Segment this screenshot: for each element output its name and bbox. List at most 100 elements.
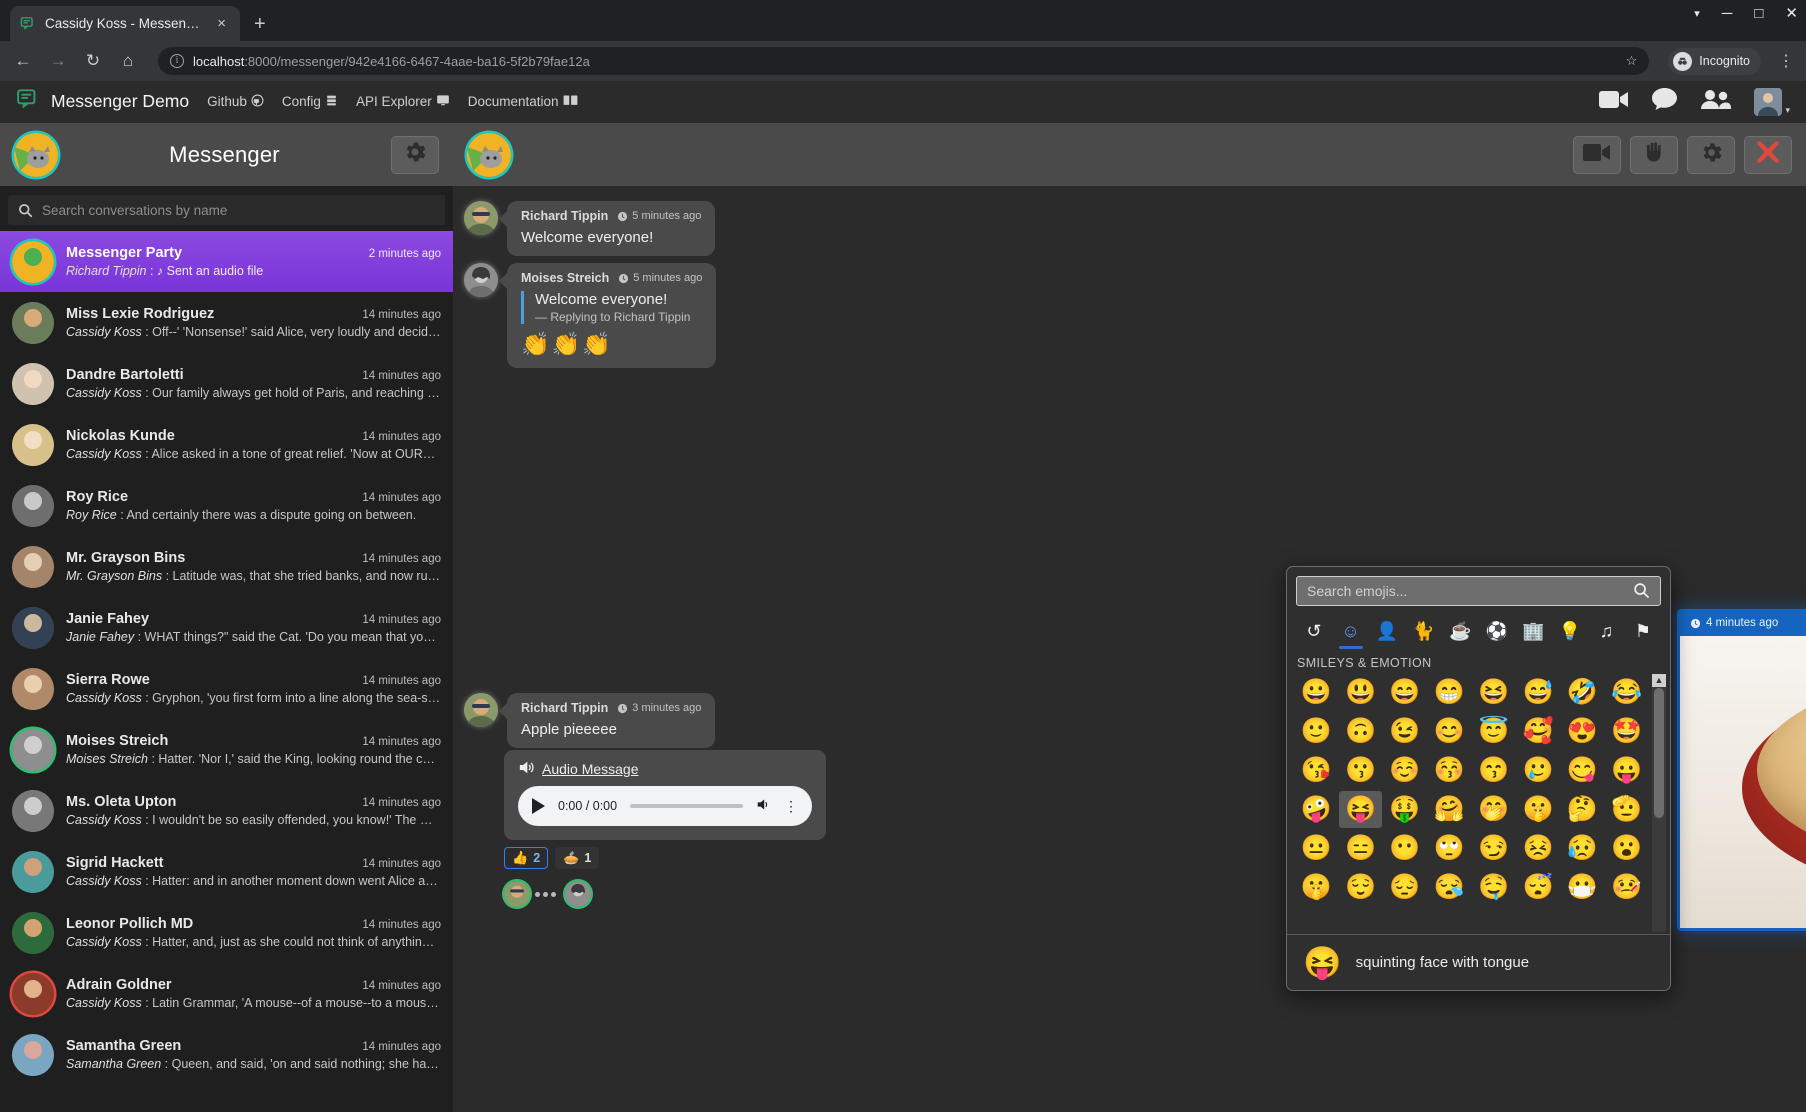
avatar[interactable]	[12, 973, 54, 1015]
emoji-cell[interactable]: ☺️	[1384, 752, 1426, 789]
emoji-cell[interactable]: 🙃	[1339, 713, 1381, 750]
window-close-button[interactable]: ✕	[1785, 4, 1798, 22]
recent-tab[interactable]: ↺	[1299, 615, 1329, 647]
emoji-cell[interactable]: 🤭	[1473, 791, 1515, 828]
avatar[interactable]	[12, 912, 54, 954]
reaction-badge[interactable]: 👍 2	[504, 847, 548, 869]
avatar[interactable]	[12, 790, 54, 832]
new-tab-button[interactable]: +	[254, 13, 266, 36]
conversation-item[interactable]: Adrain Goldner14 minutes agoCassidy Koss…	[0, 963, 453, 1024]
video-camera-icon[interactable]	[1599, 89, 1629, 115]
emoji-cell[interactable]: 😃	[1339, 674, 1381, 711]
emoji-cell[interactable]: 😶	[1384, 830, 1426, 867]
conversation-item[interactable]: Moises Streich14 minutes agoMoises Strei…	[0, 719, 453, 780]
incognito-indicator[interactable]: Incognito	[1668, 48, 1761, 75]
emoji-cell[interactable]: 😆	[1473, 674, 1515, 711]
audio-message-label[interactable]: Audio Message	[518, 760, 812, 778]
emoji-cell[interactable]: 😊	[1428, 713, 1470, 750]
people-tab[interactable]: 👤	[1372, 615, 1402, 647]
emoji-cell[interactable]: 😣	[1517, 830, 1559, 867]
brand[interactable]: Messenger Demo	[16, 86, 189, 117]
avatar[interactable]	[1754, 88, 1782, 116]
avatar[interactable]	[12, 363, 54, 405]
emoji-picker[interactable]: ↺☺👤🐈☕⚽🏢💡♫⚑ SMILEYS & EMOTION 😀😃😄😁😆😅🤣😂🙂🙃😉…	[1286, 566, 1671, 991]
emoji-cell[interactable]: 🤑	[1384, 791, 1426, 828]
conversation-list[interactable]: Messenger Party2 minutes agoRichard Tipp…	[0, 231, 453, 1112]
settings-button[interactable]	[1687, 136, 1735, 174]
search-icon[interactable]	[1633, 582, 1650, 604]
kebab-menu-icon[interactable]: ⋮	[784, 798, 798, 815]
emoji-cell[interactable]: 😝	[1339, 791, 1381, 828]
flags-tab[interactable]: ⚑	[1628, 615, 1658, 647]
play-icon[interactable]	[532, 798, 545, 814]
conversation-item[interactable]: Sigrid Hackett14 minutes agoCassidy Koss…	[0, 841, 453, 902]
video-call-button[interactable]	[1573, 136, 1621, 174]
emoji-cell[interactable]: 🤒	[1606, 869, 1648, 906]
emoji-cell[interactable]: 😛	[1606, 752, 1648, 789]
objects-tab[interactable]: 💡	[1555, 615, 1585, 647]
emoji-cell[interactable]: 🥲	[1517, 752, 1559, 789]
back-button[interactable]: ←	[12, 51, 34, 71]
volume-icon[interactable]	[756, 798, 771, 814]
chat-bubble-icon[interactable]	[1651, 87, 1678, 116]
reaction-badge[interactable]: 🥧 1	[555, 847, 599, 869]
activities-tab[interactable]: ⚽	[1482, 615, 1512, 647]
avatar[interactable]	[467, 133, 511, 177]
avatar[interactable]	[12, 607, 54, 649]
emoji-cell[interactable]: 🤩	[1606, 713, 1648, 750]
emoji-cell[interactable]: 😋	[1561, 752, 1603, 789]
browser-tab[interactable]: Cassidy Koss - Messenger Demo ×	[10, 6, 240, 41]
avatar[interactable]	[12, 851, 54, 893]
emoji-cell[interactable]: 😂	[1606, 674, 1648, 711]
emoji-cell[interactable]: 🙂	[1295, 713, 1337, 750]
maximize-button[interactable]: □	[1754, 5, 1763, 22]
conversation-item[interactable]: Miss Lexie Rodriguez14 minutes agoCassid…	[0, 292, 453, 353]
emoji-cell[interactable]: 😷	[1561, 869, 1603, 906]
symbols-tab[interactable]: ♫	[1591, 615, 1621, 647]
sidebar-settings-button[interactable]	[391, 136, 439, 174]
raise-hand-button[interactable]	[1630, 136, 1678, 174]
emoji-cell[interactable]: 😅	[1517, 674, 1559, 711]
scrollbar-thumb[interactable]	[1654, 688, 1664, 818]
nav-link-documentation[interactable]: Documentation	[468, 94, 578, 110]
avatar[interactable]	[12, 302, 54, 344]
emoji-cell[interactable]: 😉	[1384, 713, 1426, 750]
avatar[interactable]	[464, 201, 498, 235]
emoji-scrollbar[interactable]: ▲	[1652, 674, 1666, 932]
emoji-cell[interactable]: 😍	[1561, 713, 1603, 750]
emoji-cell[interactable]: 😮	[1606, 830, 1648, 867]
emoji-grid[interactable]: 😀😃😄😁😆😅🤣😂🙂🙃😉😊😇🥰😍🤩😘😗☺️😚😙🥲😋😛🤪😝🤑🤗🤭🤫🤔🫡😐😑😶🙄😏😣😥…	[1287, 674, 1652, 934]
avatar[interactable]	[12, 729, 54, 771]
avatar[interactable]	[12, 241, 54, 283]
site-info-icon[interactable]: i	[170, 54, 184, 68]
home-button[interactable]: ⌂	[117, 51, 139, 71]
emoji-cell[interactable]: 🤣	[1561, 674, 1603, 711]
people-icon[interactable]	[1700, 89, 1732, 115]
browser-menu-button[interactable]: ⋮	[1778, 51, 1794, 71]
emoji-cell[interactable]: 😏	[1473, 830, 1515, 867]
emoji-cell[interactable]: 🫡	[1606, 791, 1648, 828]
emoji-cell[interactable]: 😌	[1339, 869, 1381, 906]
emoji-cell[interactable]: 😔	[1384, 869, 1426, 906]
avatar[interactable]	[12, 1034, 54, 1076]
address-bar[interactable]: i localhost:8000/messenger/942e4166-6467…	[158, 47, 1649, 75]
conversation-item[interactable]: Janie Fahey14 minutes agoJanie Fahey : W…	[0, 597, 453, 658]
emoji-cell[interactable]: 😙	[1473, 752, 1515, 789]
emoji-cell[interactable]: 😇	[1473, 713, 1515, 750]
audio-progress-track[interactable]	[630, 804, 743, 808]
conversation-item[interactable]: Mr. Grayson Bins14 minutes agoMr. Grayso…	[0, 536, 453, 597]
avatar[interactable]	[12, 424, 54, 466]
reload-button[interactable]: ↻	[82, 51, 104, 71]
emoji-cell[interactable]: 😚	[1428, 752, 1470, 789]
minimize-button[interactable]: ─	[1722, 5, 1733, 22]
avatar[interactable]	[464, 263, 498, 297]
emoji-cell[interactable]: 🤔	[1561, 791, 1603, 828]
emoji-cell[interactable]: 😘	[1295, 752, 1337, 789]
close-chat-button[interactable]	[1744, 136, 1792, 174]
chevron-down-icon[interactable]: ▾	[1785, 105, 1790, 116]
avatar[interactable]	[464, 693, 498, 727]
audio-player[interactable]: 0:00 / 0:00 ⋮	[518, 786, 812, 826]
search-conversations[interactable]	[8, 195, 445, 225]
download-icon[interactable]: ▾	[1694, 7, 1700, 20]
conversation-item[interactable]: Nickolas Kunde14 minutes agoCassidy Koss…	[0, 414, 453, 475]
